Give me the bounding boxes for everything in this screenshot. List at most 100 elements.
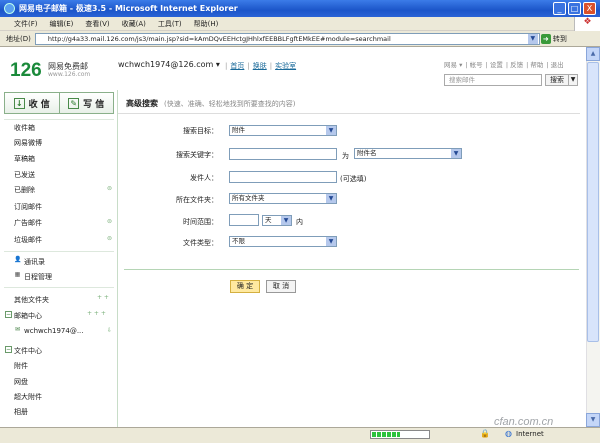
sidebar-item-other-folders[interactable]: 其他文件夹 <box>14 295 49 305</box>
logout-link[interactable]: 退出 <box>551 61 564 69</box>
keyword-for-text: 为 <box>342 152 349 160</box>
dropdown-arrow-icon: ▼ <box>281 216 291 225</box>
compose-button[interactable]: ✎ 写 信 <box>60 93 114 113</box>
go-button[interactable]: ➜ 转到 <box>540 33 567 44</box>
window-title: 网易电子邮箱 - 极速3.5 - Microsoft Internet Expl… <box>19 4 238 13</box>
folder-label: 所在文件夹： <box>176 196 218 204</box>
brand-url: www.126.com <box>48 71 91 78</box>
page-subtitle: (快速、准确、轻松地找到所要查找的内容) <box>164 100 296 108</box>
receive-icon: ↓ <box>13 97 25 109</box>
menu-view[interactable]: 查看(V) <box>85 19 109 29</box>
sidebar-item-contacts[interactable]: 通讯录 <box>24 257 45 267</box>
receive-button[interactable]: ↓ 收 信 <box>5 93 60 113</box>
globe-icon: ◍ <box>505 429 512 438</box>
menu-tools[interactable]: 工具(T) <box>158 19 182 29</box>
dropdown-arrow-icon: ▼ <box>451 149 461 158</box>
menu-edit[interactable]: 编辑(E) <box>50 19 74 29</box>
confirm-button[interactable]: 确 定 <box>230 280 260 293</box>
minimize-button[interactable]: _ <box>553 2 566 15</box>
search-options-dropdown[interactable]: ▼ <box>569 74 578 86</box>
sidebar-item-inbox[interactable]: 收件箱 <box>14 123 35 133</box>
scroll-up-arrow-icon[interactable]: ▲ <box>586 47 600 61</box>
sidebar-item-mail-center[interactable]: 邮箱中心 <box>14 311 42 321</box>
ie-icon <box>4 3 15 14</box>
clear-icon[interactable]: ⊜ <box>107 218 112 225</box>
sidebar-item-album[interactable]: 相册 <box>14 407 28 417</box>
calendar-icon: ▦ <box>14 271 21 278</box>
folder-select[interactable]: 所有文件夹 ▼ <box>229 193 337 204</box>
skin-link[interactable]: 换肤 <box>253 62 267 70</box>
sidebar-item-calendar[interactable]: 日程管理 <box>24 272 52 282</box>
sidebar-item-large-attachments[interactable]: 超大附件 <box>14 392 42 402</box>
keyword-type-select[interactable]: 附件名 ▼ <box>354 148 462 159</box>
receive-label: 收 信 <box>28 99 50 110</box>
target-select[interactable]: 附件 ▼ <box>229 125 337 136</box>
collapse-icon[interactable]: − <box>5 311 12 318</box>
close-button[interactable]: X <box>583 2 596 15</box>
help-link[interactable]: 帮助 <box>530 61 543 69</box>
sidebar-item-sent[interactable]: 已发送 <box>14 170 35 180</box>
menu-file[interactable]: 文件(F) <box>14 19 38 29</box>
sidebar-item-weibo[interactable]: 网易微博 <box>14 138 42 148</box>
address-label: 地址(D) <box>6 34 31 43</box>
settings-link[interactable]: 设置 <box>490 61 503 69</box>
page-title: 高级搜索 <box>126 99 158 108</box>
add-folder-icon[interactable]: + + <box>97 294 109 301</box>
receive-mail-icon[interactable]: ⇩ <box>107 327 112 334</box>
sidebar-item-mail-account[interactable]: wchwch1974@... <box>24 327 84 335</box>
sidebar-item-subscriptions[interactable]: 订阅邮件 <box>14 202 42 212</box>
progress-fill <box>372 432 400 437</box>
sidebar-item-deleted[interactable]: 已删除 <box>14 185 35 195</box>
cancel-button[interactable]: 取 消 <box>266 280 296 293</box>
sidebar-divider <box>4 251 114 252</box>
scrollbar-thumb[interactable] <box>587 62 599 342</box>
account-link[interactable]: 帐号 <box>470 61 483 69</box>
sender-hint: (可选填) <box>340 175 367 183</box>
logo-126[interactable]: 126 <box>10 60 42 82</box>
sidebar-item-drafts[interactable]: 草稿箱 <box>14 154 35 164</box>
user-account-menu[interactable]: wchwch1974@126.com ▾ <box>118 60 220 69</box>
windows-flag-icon: ❖ <box>574 17 600 31</box>
time-unit-value: 天 <box>265 216 272 224</box>
home-link[interactable]: 首页 <box>230 62 244 70</box>
time-input[interactable] <box>229 214 259 226</box>
address-input[interactable]: http://g4a33.mail.126.com/js3/main.jsp?s… <box>34 32 540 45</box>
keyword-type-value: 附件名 <box>357 149 377 157</box>
clear-icon[interactable]: ⊜ <box>107 185 112 192</box>
mail-search-input[interactable]: 搜索邮件 <box>444 74 542 86</box>
filetype-label: 文件类型： <box>183 239 218 247</box>
sidebar-item-file-center[interactable]: 文件中心 <box>14 346 42 356</box>
mailbox-icon: ✉ <box>14 326 21 333</box>
sender-input[interactable] <box>229 171 337 183</box>
target-label: 搜索目标： <box>183 127 218 135</box>
compose-icon: ✎ <box>68 97 80 109</box>
collapse-icon[interactable]: − <box>5 346 12 353</box>
filetype-value: 不限 <box>232 237 245 245</box>
dropdown-arrow-icon: ▼ <box>326 237 336 246</box>
menu-help[interactable]: 帮助(H) <box>194 19 219 29</box>
scroll-down-arrow-icon[interactable]: ▼ <box>586 413 600 427</box>
sidebar-item-attachments[interactable]: 附件 <box>14 361 28 371</box>
netease-menu[interactable]: 网易 ▾ <box>444 61 462 69</box>
go-arrow-icon: ➜ <box>540 33 551 44</box>
add-account-icon[interactable]: + + + <box>87 310 106 317</box>
feedback-link[interactable]: 反馈 <box>510 61 523 69</box>
lab-link[interactable]: 实验室 <box>275 62 296 70</box>
sidebar-item-netdisk[interactable]: 网盘 <box>14 377 28 387</box>
window-titlebar: 网易电子邮箱 - 极速3.5 - Microsoft Internet Expl… <box>0 0 600 17</box>
keyword-input[interactable] <box>229 148 337 160</box>
time-label: 时间范围： <box>183 218 218 226</box>
sidebar-item-ads[interactable]: 广告邮件 <box>14 218 42 228</box>
compose-bar: ↓ 收 信 ✎ 写 信 <box>4 92 114 114</box>
mail-search-button[interactable]: 搜索 <box>545 74 569 86</box>
filetype-select[interactable]: 不限 ▼ <box>229 236 337 247</box>
sender-label: 发件人： <box>190 174 218 182</box>
folder-value: 所有文件夹 <box>232 194 265 202</box>
time-unit-select[interactable]: 天 ▼ <box>262 215 292 226</box>
maximize-button[interactable]: □ <box>568 2 581 15</box>
menu-favorites[interactable]: 收藏(A) <box>122 19 146 29</box>
sidebar-item-spam[interactable]: 垃圾邮件 <box>14 235 42 245</box>
clear-icon[interactable]: ⊜ <box>107 235 112 242</box>
address-dropdown-icon[interactable]: ▼ <box>527 33 538 44</box>
compose-label: 写 信 <box>83 99 105 110</box>
